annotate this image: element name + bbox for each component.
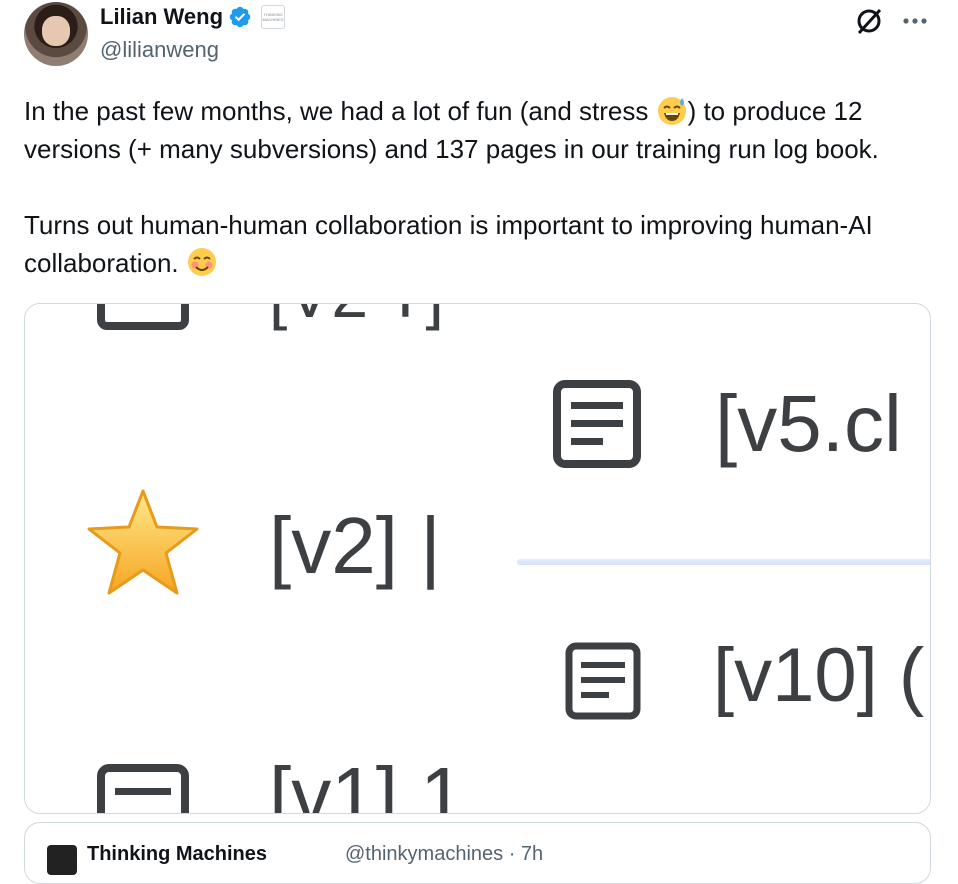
sweat-smile-emoji-icon [657,97,686,125]
doc-icon-v10 [565,642,641,720]
tweet-media-image[interactable]: [V2 T] [v5.cl [v2] | [v10] ( [v1] 1 [24,303,931,814]
author-handle[interactable]: @lilianweng [100,36,219,64]
media-label-v1: [v1] 1 [269,751,465,814]
quoted-avatar [47,845,77,875]
smiling-face-emoji-icon [187,248,216,276]
media-label-top: [V2 T] [269,304,444,332]
quoted-author-handle: @thinkymachines · 7h [345,843,544,865]
quoted-tweet[interactable]: Thinking Machines @thinkymachines · 7h [24,822,931,884]
tweet-text: In the past few months, we had a lot of … [24,92,939,282]
doc-icon-v5 [553,380,641,468]
doc-icon-v1 [97,764,189,813]
verified-badge-icon [229,6,251,28]
star-emoji-icon [87,489,199,595]
selection-highlight-line [517,559,930,565]
grok-icon[interactable] [854,6,884,36]
author-display-name[interactable]: Lilian Weng [100,3,223,31]
media-label-v2: [v2] | [269,501,441,590]
affiliation-badge[interactable]: THINKING MACHINES [261,5,286,29]
tweet-text-part3: Turns out human-human collaboration is i… [24,210,881,278]
media-label-v10: [v10] ( [713,633,925,718]
tweet-text-part1: In the past few months, we had a lot of … [24,96,656,126]
doc-icon-top [97,304,189,330]
affiliation-badge-text: THINKING MACHINES [262,12,284,22]
author-avatar[interactable] [24,2,88,66]
author-name-row: Lilian Weng THINKING MACHINES [100,3,286,31]
quoted-author-name: Thinking Machines [87,843,268,865]
more-dots-icon[interactable] [902,16,928,26]
tweet-top-actions [854,6,928,36]
media-label-v5: [v5.cl [715,379,902,468]
